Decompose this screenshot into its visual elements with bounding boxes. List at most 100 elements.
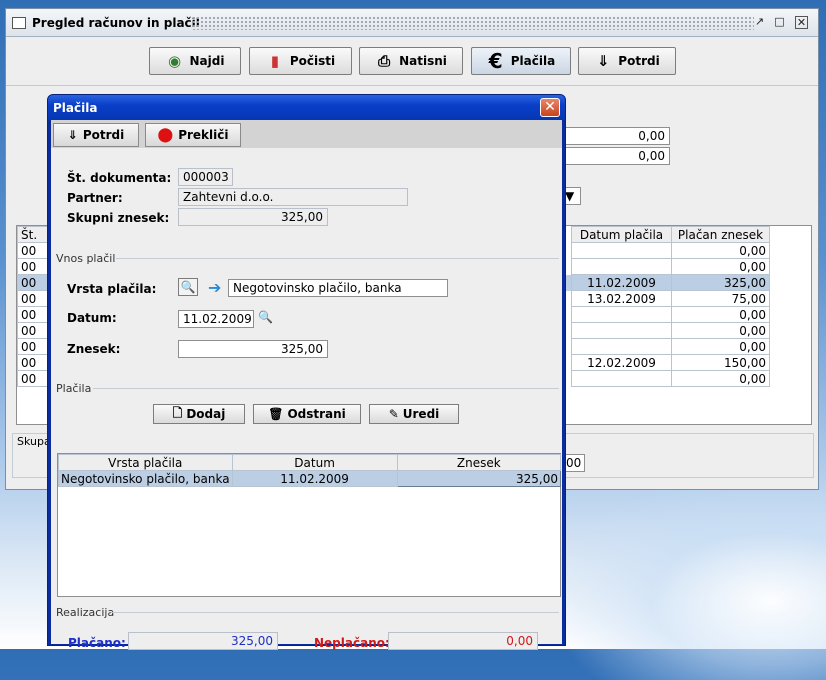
col-vrsta-placila[interactable]: Vrsta plačila <box>58 454 233 471</box>
title-bar-grip <box>192 16 754 30</box>
dialog-potrdi-button[interactable]: ⇓ Potrdi <box>53 123 139 147</box>
table-row[interactable]: Negotovinsko plačilo, banka 11.02.2009 3… <box>58 470 562 487</box>
placila-group-label: Plačila <box>56 382 92 395</box>
placila-dialog: Plačila ✕ ⇓ Potrdi ⬤ Prekliči Št. dokume… <box>47 94 566 650</box>
potrdi-label: Potrdi <box>618 54 660 68</box>
cell-datum-placila[interactable]: 11.02.2009 <box>571 274 672 291</box>
cell-datum-placila[interactable] <box>571 258 672 275</box>
cell-placan-znesek[interactable]: 150,00 <box>671 354 770 371</box>
cell-datum-placila[interactable]: 12.02.2009 <box>571 354 672 371</box>
cell-st[interactable]: 00 <box>17 274 48 291</box>
pocisti-label: Počisti <box>289 54 336 68</box>
cell-placan-znesek[interactable]: 75,00 <box>671 290 770 307</box>
dialog-title-bar[interactable]: Plačila ✕ <box>48 95 565 120</box>
cell-placan-znesek[interactable]: 0,00 <box>671 242 770 259</box>
sum-field-2[interactable]: 0,00 <box>561 147 670 165</box>
natisni-button[interactable]: ⎙ Natisni <box>359 47 463 75</box>
datum-label: Datum: <box>67 311 117 325</box>
cell-placan-znesek[interactable]: 0,00 <box>671 258 770 275</box>
pocisti-button[interactable]: ▮ Počisti <box>249 47 352 75</box>
cell-znesek[interactable]: 325,00 <box>396 470 562 487</box>
double-chevron-down-icon: ⇓ <box>597 52 610 70</box>
col-placan-znesek[interactable]: Plačan znesek <box>671 226 770 243</box>
sum-field-1[interactable]: 0,00 <box>561 127 670 145</box>
cell-placan-znesek[interactable]: 0,00 <box>671 370 770 387</box>
payments-table[interactable]: Vrsta plačila Datum Znesek Negotovinsko … <box>57 453 562 597</box>
vrsta-search-icon[interactable]: 🔍 <box>178 278 198 296</box>
cell-datum[interactable]: 11.02.2009 <box>231 470 398 487</box>
placila-group-line <box>93 388 559 389</box>
edit-icon: ✎ <box>388 407 399 421</box>
col-datum-placila[interactable]: Datum plačila <box>571 226 672 243</box>
trash-icon: 🗑 <box>268 407 284 421</box>
toolbar-divider <box>6 85 818 86</box>
placano-label: Plačano: <box>68 636 126 650</box>
cell-placan-znesek[interactable]: 0,00 <box>671 322 770 339</box>
cell-st[interactable]: 00 <box>17 338 48 355</box>
binoculars-icon: ◉ <box>167 52 182 70</box>
skupni-znesek-label: Skupni znesek: <box>67 211 170 225</box>
najdi-label: Najdi <box>189 54 225 68</box>
placila-button[interactable]: € Plačila <box>471 47 571 75</box>
skupaj-label: Skupa <box>17 435 51 448</box>
col-znesek[interactable]: Znesek <box>396 454 562 471</box>
minimize-icon[interactable]: ↗ <box>753 16 766 29</box>
partner-label: Partner: <box>67 191 123 205</box>
cell-st[interactable]: 00 <box>17 322 48 339</box>
cell-placan-znesek[interactable]: 0,00 <box>671 306 770 323</box>
vrsta-placila-label: Vrsta plačila: <box>67 282 157 296</box>
cell-st[interactable]: 00 <box>17 370 48 387</box>
vnos-group-line <box>116 258 559 259</box>
dialog-preklici-label: Prekliči <box>178 128 229 142</box>
main-window-title: Pregled računov in plačil <box>32 16 200 30</box>
placano-field: 325,00 <box>128 632 278 650</box>
eraser-icon: ▮ <box>270 52 279 70</box>
cell-st[interactable]: 00 <box>17 290 48 307</box>
printer-icon: ⎙ <box>378 52 391 70</box>
cell-datum-placila[interactable] <box>571 242 672 259</box>
znesek-field[interactable]: 325,00 <box>178 340 328 358</box>
datum-search-icon[interactable]: 🔍 <box>258 310 273 324</box>
cell-vrsta[interactable]: Negotovinsko plačilo, banka <box>58 470 233 487</box>
neplacano-label: Neplačano: <box>314 636 390 650</box>
cell-datum-placila[interactable] <box>571 322 672 339</box>
datum-field[interactable]: 11.02.2009 <box>178 310 254 328</box>
potrdi-button[interactable]: ⇓ Potrdi <box>578 47 676 75</box>
skupni-znesek-field: 325,00 <box>178 208 328 226</box>
add-document-icon: 🗋 <box>172 405 183 420</box>
maximize-icon[interactable]: □ <box>773 16 786 29</box>
main-toolbar: ◉ Najdi ▮ Počisti ⎙ Natisni € Plačila ⇓ … <box>6 37 818 87</box>
cell-datum-placila[interactable] <box>571 338 672 355</box>
natisni-label: Natisni <box>399 54 447 68</box>
dodaj-button[interactable]: 🗋 Dodaj <box>153 404 245 424</box>
window-icon <box>12 17 26 29</box>
dialog-preklici-button[interactable]: ⬤ Prekliči <box>145 123 241 147</box>
main-title-bar[interactable]: Pregled računov in plačil ↗ □ ✕ <box>6 9 818 37</box>
znesek-label: Znesek: <box>67 342 121 356</box>
arrow-right-icon: ➔ <box>208 278 222 297</box>
partner-field: Zahtevni d.o.o. <box>178 188 408 206</box>
realizacija-group-label: Realizacija <box>56 606 115 619</box>
col-st[interactable]: Št. <box>17 226 48 243</box>
cell-datum-placila[interactable]: 13.02.2009 <box>571 290 672 307</box>
uredi-button[interactable]: ✎ Uredi <box>369 404 459 424</box>
dialog-close-icon[interactable]: ✕ <box>540 98 560 117</box>
dodaj-label: Dodaj <box>186 407 226 421</box>
odstrani-button[interactable]: 🗑 Odstrani <box>253 404 361 424</box>
dialog-body: ⇓ Potrdi ⬤ Prekliči Št. dokumenta: 00000… <box>51 120 562 650</box>
cell-datum-placila[interactable] <box>571 370 672 387</box>
vrsta-placila-field[interactable]: Negotovinsko plačilo, banka <box>228 279 448 297</box>
cell-st[interactable]: 00 <box>17 258 48 275</box>
st-dokumenta-field: 000003 <box>178 168 233 186</box>
placila-label: Plačila <box>510 54 556 68</box>
euro-icon: € <box>488 49 503 73</box>
najdi-button[interactable]: ◉ Najdi <box>149 47 241 75</box>
close-icon[interactable]: ✕ <box>795 16 808 29</box>
cell-placan-znesek[interactable]: 325,00 <box>671 274 770 291</box>
cell-datum-placila[interactable] <box>571 306 672 323</box>
cell-st[interactable]: 00 <box>17 354 48 371</box>
col-datum[interactable]: Datum <box>231 454 398 471</box>
cell-st[interactable]: 00 <box>17 306 48 323</box>
cell-st[interactable]: 00 <box>17 242 48 259</box>
cell-placan-znesek[interactable]: 0,00 <box>671 338 770 355</box>
